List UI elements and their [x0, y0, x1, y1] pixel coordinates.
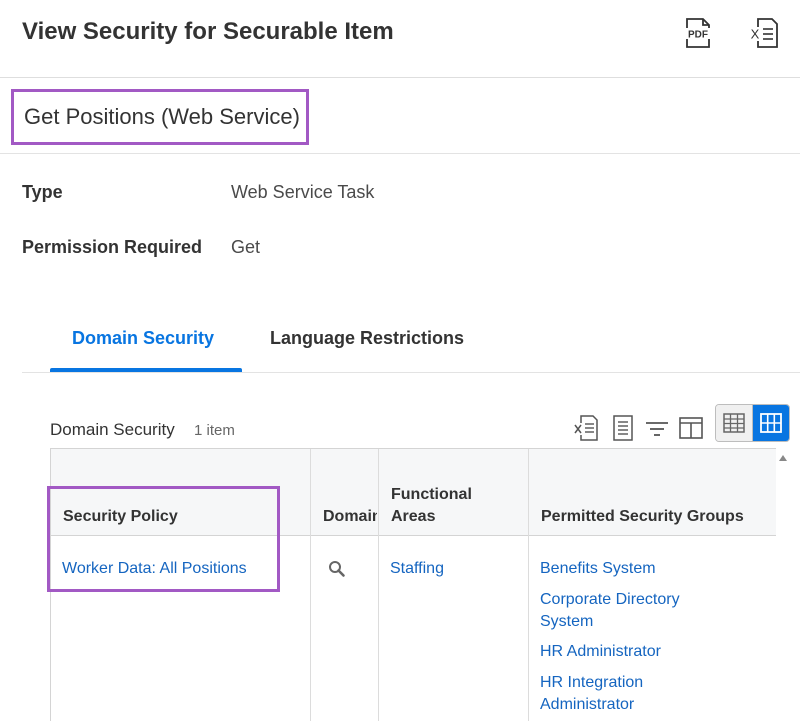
security-group-link[interactable]: Benefits System: [540, 558, 656, 580]
column-divider: [310, 449, 311, 721]
security-group-link-continuation[interactable]: System: [540, 611, 593, 633]
type-value: Web Service Task: [231, 182, 375, 202]
security-group-link[interactable]: HR Integration: [540, 672, 643, 694]
grid-filter-icon[interactable]: [644, 414, 670, 442]
grid-excel-export-icon[interactable]: [573, 414, 599, 442]
column-header-domain[interactable]: Domain: [323, 506, 377, 528]
svg-text:PDF: PDF: [688, 30, 708, 41]
permission-required-value: Get: [231, 237, 261, 257]
grid-view-button[interactable]: [752, 405, 789, 441]
permission-required-label: Permission Required: [22, 237, 203, 257]
page-title: View Security for Securable Item: [22, 18, 394, 45]
table-view-button[interactable]: [716, 405, 753, 441]
security-group-link[interactable]: HR Administrator: [540, 641, 661, 663]
column-header-functional-areas-line2[interactable]: Areas: [391, 506, 435, 528]
grid-title: Domain Security: [50, 420, 175, 439]
search-icon[interactable]: [328, 560, 346, 578]
tab-language-restrictions[interactable]: Language Restrictions: [270, 328, 464, 349]
column-header-security-policy[interactable]: Security Policy: [63, 506, 178, 528]
column-header-functional-areas-line1[interactable]: Functional: [391, 484, 472, 506]
tabs-divider: [22, 372, 800, 373]
svg-text:X: X: [751, 27, 760, 42]
grid-scrollbar[interactable]: [776, 448, 790, 721]
pdf-export-icon[interactable]: PDF: [683, 17, 713, 49]
column-divider: [378, 449, 379, 721]
grid-print-icon[interactable]: [610, 414, 636, 442]
securable-item-title: Get Positions (Web Service): [24, 104, 300, 129]
domain-security-grid: Security Policy Domain Functional Areas …: [50, 448, 776, 721]
column-header-permitted-security-groups[interactable]: Permitted Security Groups: [541, 506, 744, 528]
tab-domain-security[interactable]: Domain Security: [72, 328, 214, 349]
item-title-highlight: Get Positions (Web Service): [11, 89, 309, 145]
functional-area-link[interactable]: Staffing: [390, 558, 444, 580]
grid-view-icon: [759, 413, 782, 433]
column-divider: [528, 449, 529, 721]
page-header: View Security for Securable Item PDF X: [0, 0, 800, 78]
divider: [0, 153, 800, 154]
scroll-up-arrow-icon[interactable]: [778, 450, 788, 461]
security-group-link[interactable]: Corporate Directory: [540, 589, 680, 611]
security-group-link-continuation[interactable]: Administrator: [540, 694, 634, 716]
grid-item-count: 1 item: [194, 422, 235, 439]
view-toggle: [715, 404, 790, 442]
excel-export-icon[interactable]: X: [749, 17, 779, 49]
grid-columns-icon[interactable]: [678, 414, 704, 442]
security-policy-link[interactable]: Worker Data: All Positions: [62, 558, 247, 580]
type-label: Type: [22, 182, 63, 202]
table-view-icon: [723, 413, 745, 433]
